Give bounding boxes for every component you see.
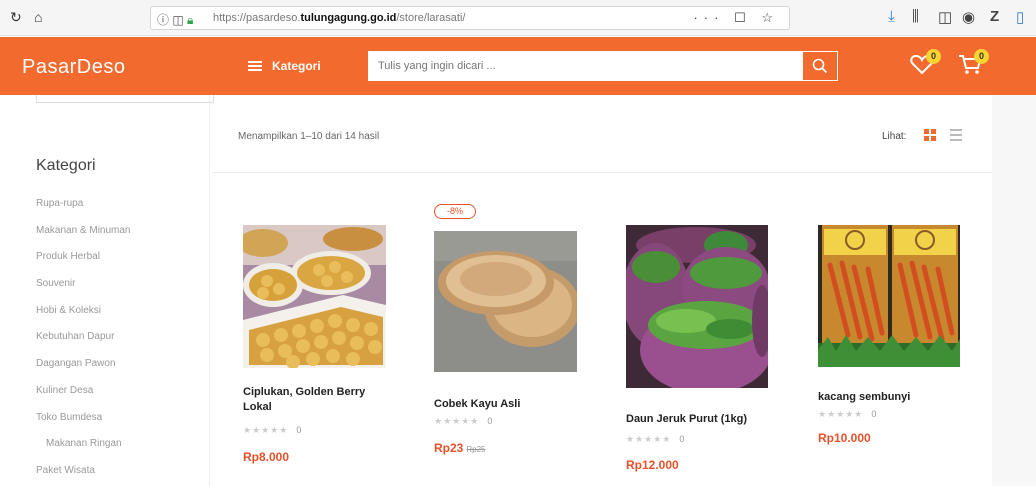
product-rating: ★★★★★ 0 xyxy=(818,409,876,420)
wishlist-count-badge: 0 xyxy=(926,49,941,64)
category-list: Rupa-rupa Makanan & Minuman Produk Herba… xyxy=(36,197,131,491)
rating-stars: ★★★★★ xyxy=(818,409,864,419)
rating-count: 0 xyxy=(487,416,493,426)
category-item[interactable]: Makanan & Minuman xyxy=(36,224,131,251)
cart-button[interactable]: 0 xyxy=(958,49,989,80)
result-count: Menampilkan 1–10 dari 14 hasil xyxy=(238,131,380,142)
library-icon[interactable]: ⫼ xyxy=(912,8,919,25)
category-item[interactable]: Hobi & Koleksi xyxy=(36,304,131,331)
right-margin xyxy=(992,95,1036,486)
rating-count: 0 xyxy=(679,434,685,444)
rating-count: 0 xyxy=(296,425,302,435)
menu-icon[interactable]: ▯ xyxy=(1016,8,1024,26)
hamburger-icon xyxy=(248,61,262,71)
sidebar-title: Kategori xyxy=(36,157,96,174)
shop-toolbar: Menampilkan 1–10 dari 14 hasil Lihat: xyxy=(212,95,992,173)
download-icon[interactable]: ⤓ xyxy=(888,8,895,25)
reload-icon[interactable]: ↻ xyxy=(10,9,22,26)
category-sidebar: Kategori Rupa-rupa Makanan & Minuman Pro… xyxy=(20,95,214,486)
old-price: Rp25 xyxy=(466,445,486,454)
list-view-icon[interactable] xyxy=(950,129,962,141)
product-area: Menampilkan 1–10 dari 14 hasil Lihat: Ci… xyxy=(212,95,992,486)
url-path: /store/larasati/ xyxy=(396,12,466,24)
rating-stars: ★★★★★ xyxy=(243,425,289,435)
product-name[interactable]: kacang sembunyi xyxy=(818,390,968,405)
current-price: Rp23 xyxy=(434,441,464,455)
url-prefix: https://pasardeso. xyxy=(213,12,301,24)
url-text[interactable]: https://pasardeso.tulungagung.go.id/stor… xyxy=(213,12,465,24)
category-item[interactable]: Kuliner Desa xyxy=(36,384,131,411)
product-rating: ★★★★★ 0 xyxy=(626,434,684,445)
wishlist-button[interactable]: 0 xyxy=(910,49,941,80)
category-item[interactable]: Toko Bumdesa xyxy=(36,411,131,438)
product-price: Rp12.000 xyxy=(626,458,679,472)
sidebar-icon[interactable]: ◫ xyxy=(938,8,952,26)
sidebar-widget-edge xyxy=(36,95,214,103)
category-item[interactable]: Kebutuhan Dapur xyxy=(36,330,131,357)
lock-icon: 🔒︎ xyxy=(187,13,194,27)
product-rating: ★★★★★ 0 xyxy=(434,416,492,427)
product-name[interactable]: Daun Jeruk Purut (1kg) xyxy=(626,412,776,427)
search-icon xyxy=(812,58,828,74)
rating-stars: ★★★★★ xyxy=(434,416,480,426)
view-label: Lihat: xyxy=(882,131,907,142)
browser-toolbar: ↻ ⌂ ⓘ ◫ 🔒︎ https://pasardeso.tulungagung… xyxy=(0,0,1036,36)
search-input[interactable] xyxy=(368,51,802,81)
home-icon[interactable]: ⌂ xyxy=(34,9,42,25)
zotero-icon[interactable]: Z xyxy=(990,8,999,25)
product-image[interactable] xyxy=(434,231,577,372)
product-image[interactable] xyxy=(243,225,386,368)
site-logo[interactable]: PasarDeso xyxy=(22,56,125,79)
product-image[interactable] xyxy=(818,225,960,367)
category-item[interactable]: Paket Wisata xyxy=(36,464,131,491)
url-domain: tulungagung.go.id xyxy=(300,12,397,24)
product-price: Rp8.000 xyxy=(243,450,290,464)
category-item[interactable]: Dagangan Pawon xyxy=(36,357,131,384)
subcategory-item[interactable]: Makanan Ringan xyxy=(36,437,131,464)
grid-view-icon[interactable] xyxy=(924,129,936,141)
search-button[interactable] xyxy=(802,51,838,81)
site-info-icon[interactable]: ⓘ ◫ 🔒︎ xyxy=(157,11,193,28)
sale-badge: -8% xyxy=(434,204,476,219)
category-item[interactable]: Souvenir xyxy=(36,277,131,304)
page-actions-icon[interactable]: ··· ☐ ☆ xyxy=(693,10,779,26)
category-menu-button[interactable]: Kategori xyxy=(248,59,321,73)
product-price: Rp23 Rp25 xyxy=(434,441,485,455)
category-item[interactable]: Produk Herbal xyxy=(36,250,131,277)
product-price: Rp10.000 xyxy=(818,431,871,445)
product-name[interactable]: Cobek Kayu Asli xyxy=(434,397,584,412)
extension-icon[interactable]: ◉ xyxy=(962,8,975,26)
rating-stars: ★★★★★ xyxy=(626,434,672,444)
product-name[interactable]: Ciplukan, Golden Berry Lokal xyxy=(243,385,393,415)
category-item[interactable]: Rupa-rupa xyxy=(36,197,131,224)
site-header: PasarDeso Kategori 0 0 xyxy=(0,37,1036,95)
product-image[interactable] xyxy=(626,225,768,388)
cart-count-badge: 0 xyxy=(974,49,989,64)
rating-count: 0 xyxy=(871,409,877,419)
product-rating: ★★★★★ 0 xyxy=(243,425,301,436)
category-menu-label: Kategori xyxy=(272,59,321,73)
address-bar[interactable]: ⓘ ◫ 🔒︎ https://pasardeso.tulungagung.go.… xyxy=(150,6,790,30)
